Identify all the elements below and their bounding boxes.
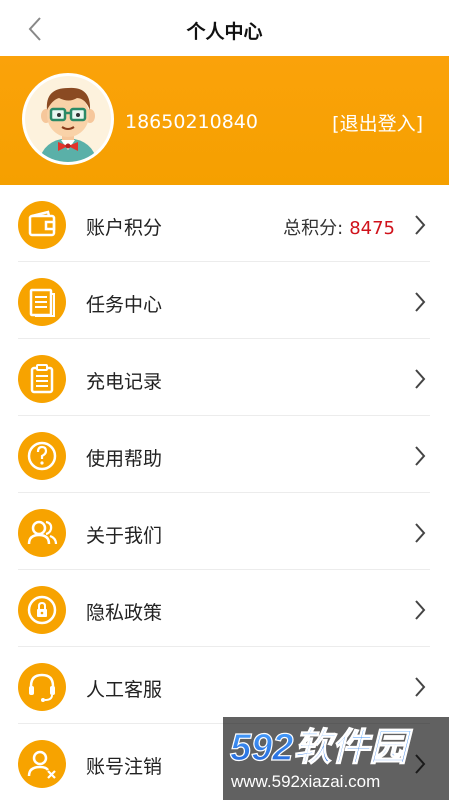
menu-item-account-points[interactable]: 账户积分 总积分: 8475 — [0, 185, 449, 262]
users-icon — [18, 509, 66, 557]
menu-item-task-center[interactable]: 任务中心 — [0, 262, 449, 339]
user-remove-icon — [18, 740, 66, 788]
menu-item-label: 隐私政策 — [86, 602, 163, 624]
avatar[interactable] — [22, 73, 114, 165]
menu-item-label: 账号注销 — [86, 756, 163, 778]
help-icon — [18, 432, 66, 480]
watermark-logo: 592软件园 — [229, 726, 414, 769]
profile-header: 18650210840 [退出登入] — [0, 56, 449, 185]
menu-item-privacy-policy[interactable]: 隐私政策 — [0, 570, 449, 647]
chevron-right-icon — [415, 369, 426, 389]
menu-item-about-us[interactable]: 关于我们 — [0, 493, 449, 570]
menu-item-help[interactable]: 使用帮助 — [0, 416, 449, 493]
menu-item-label: 关于我们 — [86, 525, 163, 547]
menu-item-label: 人工客服 — [86, 679, 163, 701]
chevron-right-icon — [415, 292, 426, 312]
total-points: 总积分: 8475 — [283, 214, 395, 240]
logout-button[interactable]: [退出登入] — [332, 109, 423, 136]
chevron-left-icon — [28, 17, 41, 41]
chevron-right-icon — [415, 677, 426, 697]
menu-item-charging-records[interactable]: 充电记录 — [0, 339, 449, 416]
menu-item-customer-service[interactable]: 人工客服 — [0, 647, 449, 724]
menu-item-label: 充电记录 — [86, 371, 163, 393]
avatar-cartoon-icon — [25, 76, 111, 162]
navigation-bar: 个人中心 — [0, 0, 449, 56]
menu-list: 账户积分 总积分: 8475 任务中心 充电记录 使用帮助 关于我们 隐私政策 … — [0, 185, 449, 801]
wallet-icon — [18, 201, 66, 249]
chevron-right-icon — [415, 446, 426, 466]
watermark-url: www.592xiazai.com — [231, 772, 381, 791]
total-points-value: 8475 — [349, 218, 395, 239]
menu-item-label: 使用帮助 — [86, 448, 163, 470]
page-title: 个人中心 — [186, 21, 263, 43]
watermark: 592软件园 www.592xiazai.com — [223, 717, 449, 800]
task-list-icon — [18, 278, 66, 326]
clipboard-icon — [18, 355, 66, 403]
watermark-brand: 592软件园 — [230, 727, 413, 769]
chevron-right-icon — [415, 523, 426, 543]
phone-number: 18650210840 — [125, 111, 258, 133]
total-points-label: 总积分: — [283, 218, 344, 239]
back-button[interactable] — [22, 14, 50, 44]
lock-icon — [18, 586, 66, 634]
menu-item-label: 账户积分 — [86, 217, 163, 239]
chevron-right-icon — [415, 215, 426, 235]
headset-icon — [18, 663, 66, 711]
menu-item-label: 任务中心 — [86, 294, 163, 316]
chevron-right-icon — [415, 600, 426, 620]
